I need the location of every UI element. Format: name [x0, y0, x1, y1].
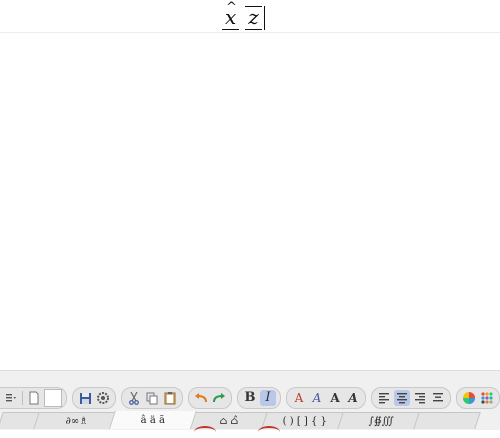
tab-6[interactable]	[413, 412, 481, 429]
tab-label: ∫∯∭	[368, 415, 394, 427]
separator	[22, 391, 23, 405]
font-bold-italic-a-button[interactable]: A	[345, 390, 361, 406]
font-red-a-button[interactable]: A	[291, 390, 307, 406]
settings-icon[interactable]	[95, 390, 111, 406]
tab-label: ∂∞♗	[65, 415, 89, 427]
save-icon[interactable]	[77, 390, 93, 406]
text-cursor	[263, 6, 265, 30]
blank-field[interactable]	[44, 389, 62, 407]
formula[interactable]: ^ x z	[222, 0, 265, 30]
divider	[0, 32, 500, 33]
align-right-icon[interactable]	[412, 390, 428, 406]
tab-integrals[interactable]: ∫∯∭	[337, 412, 425, 429]
color-group	[456, 387, 500, 409]
formula-term-base: z	[248, 5, 259, 29]
annotation-arc	[194, 426, 216, 438]
tab-symbols[interactable]: ∂∞♗	[33, 412, 121, 429]
list-style-icon[interactable]	[3, 390, 19, 406]
annotation-arc	[258, 426, 280, 438]
align-group	[371, 387, 451, 409]
style-group: B I	[237, 387, 281, 409]
bold-button[interactable]: B	[242, 390, 258, 406]
palette-tabs: ∂∞♗ â ä ã ⌂ ⌂̂ ( ) [ ] { } ∫∯∭	[0, 411, 500, 429]
clipboard-group	[121, 387, 183, 409]
tab-label: â ä ã	[140, 414, 165, 426]
tab-accents[interactable]: â ä ã	[108, 411, 198, 429]
color-wheel-icon[interactable]	[461, 390, 477, 406]
formula-term-z[interactable]: z	[245, 6, 262, 30]
align-center-icon[interactable]	[394, 390, 410, 406]
cut-icon[interactable]	[126, 390, 142, 406]
formula-term-hat-x[interactable]: ^ x	[222, 0, 240, 30]
tab-label: ⌂ ⌂̂	[219, 415, 239, 427]
new-doc-icon[interactable]	[26, 390, 42, 406]
align-justify-icon[interactable]	[430, 390, 446, 406]
align-left-icon[interactable]	[376, 390, 392, 406]
palette-icon[interactable]	[479, 390, 495, 406]
undo-icon[interactable]	[193, 390, 209, 406]
tab-label: ( ) [ ] { }	[282, 415, 327, 427]
paste-icon[interactable]	[162, 390, 178, 406]
redo-icon[interactable]	[211, 390, 227, 406]
history-group	[188, 387, 232, 409]
list-group	[0, 387, 67, 409]
font-italic-a-button[interactable]: A	[309, 390, 325, 406]
hat-accent: ^	[226, 0, 237, 15]
font-group: A A A A	[286, 387, 366, 409]
bottom-toolbar-area: B I A A A A ∂∞♗ â ä ã ⌂ ⌂̂ () [] {} ∫…	[0, 370, 500, 430]
font-bold-a-button[interactable]: A	[327, 390, 343, 406]
equation-canvas[interactable]: ^ x z	[0, 0, 500, 370]
italic-button[interactable]: I	[260, 390, 276, 406]
copy-icon[interactable]	[144, 390, 160, 406]
toolbar: B I A A A A	[0, 387, 500, 409]
file-group	[72, 387, 116, 409]
